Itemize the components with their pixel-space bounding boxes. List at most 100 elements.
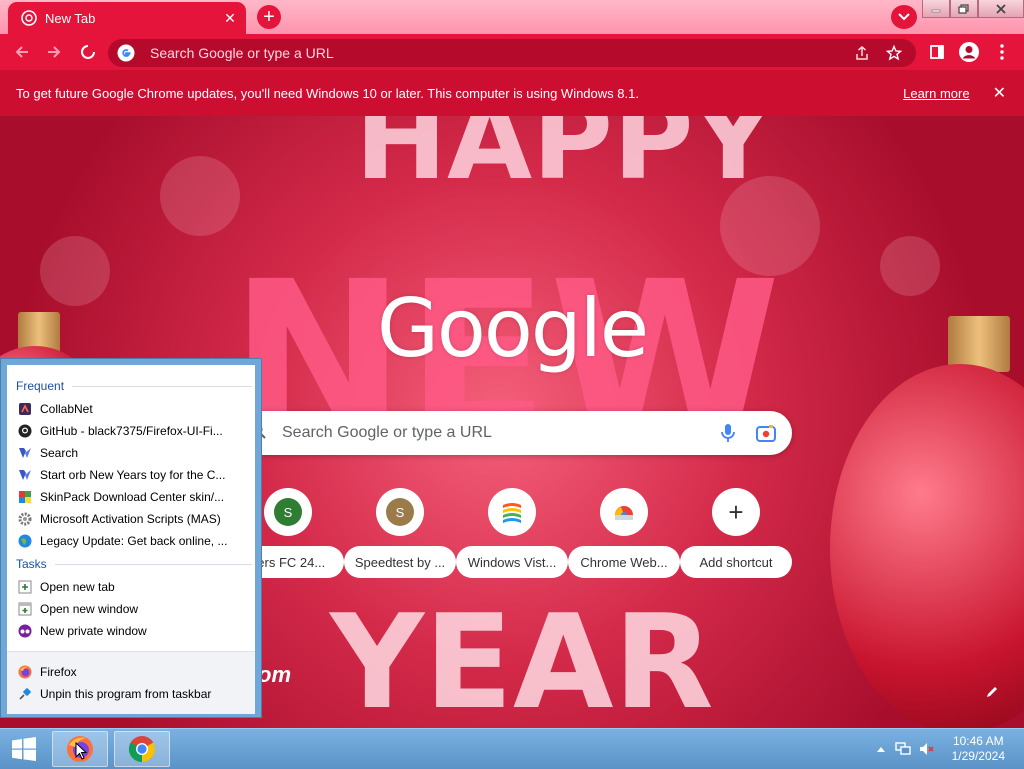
- avatar-icon: [959, 42, 979, 62]
- jump-list-item-label: Microsoft Activation Scripts (MAS): [40, 512, 221, 526]
- firefox-icon: [18, 665, 32, 679]
- search-engine-icon: [18, 468, 32, 482]
- tab-title: New Tab: [45, 10, 96, 26]
- network-button[interactable]: [892, 742, 914, 756]
- divider: [72, 385, 252, 387]
- jump-list-item-label: Legacy Update: Get back online, ...: [40, 534, 228, 548]
- omnibox[interactable]: [108, 39, 916, 67]
- github-icon: [18, 424, 32, 438]
- shortcut-icon-circle: [600, 488, 648, 536]
- jump-list-item-label: CollabNet: [40, 402, 93, 416]
- windows-logo-icon: [12, 737, 36, 761]
- jump-list-task[interactable]: Open new window: [18, 599, 248, 619]
- tab-new-tab[interactable]: New Tab ✕: [8, 2, 246, 34]
- shortcut-tile[interactable]: Windows Vist...: [456, 488, 568, 580]
- forward-button[interactable]: [42, 40, 66, 64]
- jump-list-item[interactable]: Legacy Update: Get back online, ...: [18, 531, 248, 551]
- minimize-button[interactable]: [922, 0, 950, 18]
- share-icon: [856, 46, 868, 60]
- network-icon: [895, 742, 911, 755]
- clock-time: 10:46 AM: [952, 734, 1004, 748]
- jump-list-item[interactable]: Start orb New Years toy for the C...: [18, 465, 248, 485]
- windows-vista-icon: [503, 503, 521, 523]
- volume-muted-icon: [920, 743, 934, 755]
- jump-list-item[interactable]: CollabNet: [18, 399, 248, 419]
- divider: [54, 563, 252, 565]
- clock-date: 1/29/2024: [951, 749, 1005, 763]
- profile-button[interactable]: [957, 40, 981, 64]
- shortcut-tile[interactable]: Chrome Web...: [568, 488, 680, 580]
- jump-list-task[interactable]: Open new tab: [18, 577, 248, 597]
- partial-page-text: om: [258, 662, 291, 687]
- tasks-header: Tasks: [16, 557, 47, 571]
- ntp-search-input[interactable]: [282, 424, 716, 442]
- restore-icon: [958, 3, 969, 14]
- start-button[interactable]: [8, 735, 40, 763]
- jump-list-item-label: Unpin this program from taskbar: [40, 687, 212, 701]
- plus-icon: +: [728, 497, 744, 527]
- open-firefox-item[interactable]: Firefox: [18, 662, 248, 682]
- learn-more-link[interactable]: Learn more: [903, 86, 969, 101]
- chrome-web-store-icon: [615, 506, 633, 520]
- shortcut-label: Add shortcut: [680, 546, 792, 578]
- omnibox-input[interactable]: [150, 45, 852, 61]
- jump-list-item-label: GitHub - black7375/Firefox-UI-Fi...: [40, 424, 223, 438]
- unpin-icon: [18, 687, 32, 701]
- microphone-icon: [721, 424, 735, 442]
- unpin-item[interactable]: Unpin this program from taskbar: [18, 684, 248, 704]
- back-button[interactable]: [10, 40, 34, 64]
- jump-list-item[interactable]: Microsoft Activation Scripts (MAS): [18, 509, 248, 529]
- collabnet-icon: [18, 402, 32, 416]
- volume-button[interactable]: [916, 742, 938, 756]
- menu-button[interactable]: [990, 40, 1014, 64]
- stop-loading-button[interactable]: [76, 40, 100, 64]
- frequent-header: Frequent: [16, 379, 65, 393]
- back-arrow-icon: [15, 46, 28, 58]
- tab-strip: New Tab ✕ +: [0, 0, 1024, 34]
- jump-list-item-label: Start orb New Years toy for the C...: [40, 468, 226, 482]
- shortcut-label: Chrome Web...: [568, 546, 680, 578]
- new-tab-button[interactable]: +: [257, 5, 281, 29]
- window-close-button[interactable]: [978, 0, 1024, 18]
- show-hidden-icons-button[interactable]: [874, 746, 888, 752]
- close-icon: [996, 3, 1006, 14]
- taskbar: 10:46 AM 1/29/2024: [0, 728, 1024, 769]
- tab-close-icon[interactable]: ✕: [222, 10, 238, 27]
- jump-list-item[interactable]: GitHub - black7375/Firefox-UI-Fi...: [18, 421, 248, 441]
- infobar-close-icon[interactable]: ✕: [993, 83, 1006, 103]
- add-shortcut-tile[interactable]: + Add shortcut: [680, 488, 792, 580]
- taskbar-clock[interactable]: 10:46 AM 1/29/2024: [952, 734, 1005, 764]
- decor-letters-top: HAPPY: [355, 116, 774, 204]
- star-icon: [886, 45, 902, 61]
- taskbar-firefox[interactable]: [52, 731, 108, 767]
- jump-list-item[interactable]: Search: [18, 443, 248, 463]
- jump-list-task[interactable]: New private window: [18, 621, 248, 641]
- side-panel-button[interactable]: [925, 40, 949, 64]
- bookmark-button[interactable]: [884, 43, 904, 63]
- ornament-right: [830, 364, 1024, 728]
- shortcut-icon-circle: +: [712, 488, 760, 536]
- jump-list-item-label: Search: [40, 446, 79, 460]
- globe-icon: [18, 534, 32, 548]
- loading-spinner-icon: [81, 45, 95, 59]
- jump-list-item-label: Open new tab: [40, 580, 115, 594]
- chrome-icon: [128, 736, 156, 763]
- jump-list-item-label: SkinPack Download Center skin/...: [40, 490, 225, 504]
- chevron-down-icon: [898, 13, 910, 21]
- lens-search-button[interactable]: [754, 421, 778, 445]
- customize-chrome-button[interactable]: [976, 676, 1008, 708]
- minimize-icon: [931, 9, 941, 12]
- restore-button[interactable]: [950, 0, 978, 18]
- jump-list-item[interactable]: SkinPack Download Center skin/...: [18, 487, 248, 507]
- private-window-icon: [18, 624, 32, 638]
- shortcut-tile[interactable]: S Speedtest by ...: [344, 488, 456, 580]
- tab-search-button[interactable]: [891, 5, 917, 29]
- share-button[interactable]: [852, 43, 872, 63]
- voice-search-button[interactable]: [716, 421, 740, 445]
- jump-list-body: Frequent CollabNet GitHub - black7375/Fi…: [7, 365, 255, 651]
- taskbar-chrome[interactable]: [114, 731, 170, 767]
- pencil-icon: [987, 687, 997, 697]
- new-window-icon: [18, 602, 32, 616]
- jump-list-item-label: Open new window: [40, 602, 139, 616]
- ntp-search-box[interactable]: [232, 411, 792, 455]
